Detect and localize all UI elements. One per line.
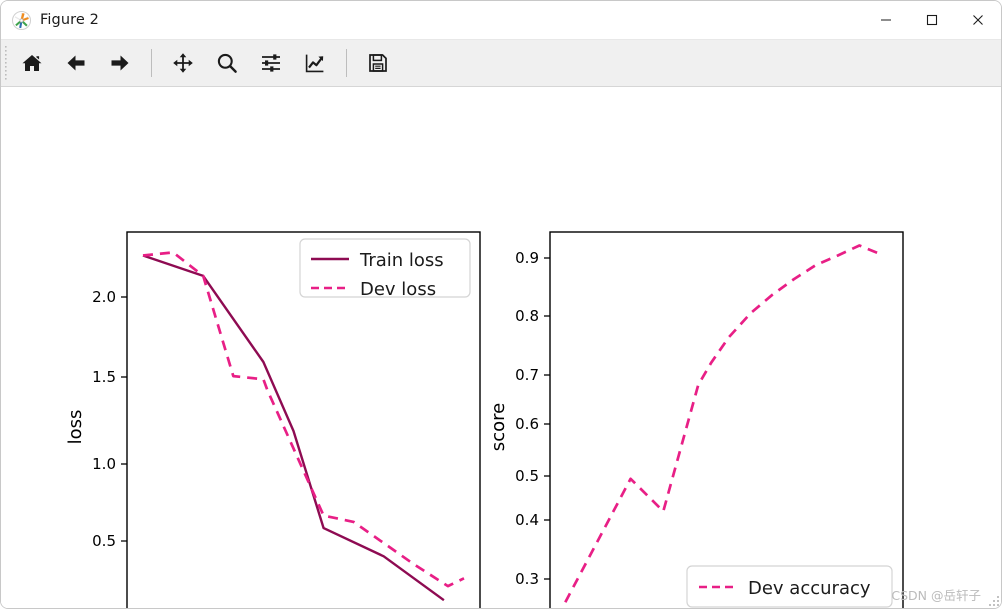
forward-button[interactable] (101, 44, 139, 82)
window-controls (863, 1, 1001, 39)
svg-text:0.5: 0.5 (515, 467, 539, 485)
svg-text:1.5: 1.5 (92, 368, 116, 386)
toolbar-separator-2 (346, 49, 347, 77)
arrow-right-icon (111, 55, 129, 71)
matplotlib-logo-icon (12, 10, 31, 30)
watermark-text: CSDN @岳轩子 (891, 588, 981, 603)
minimize-button[interactable] (863, 1, 909, 39)
home-button[interactable] (13, 44, 51, 82)
maximize-button[interactable] (909, 1, 955, 39)
figure-window: Figure 2 0.5 1.0 1.5 2.0 loss Train loss… (0, 0, 1002, 609)
navigation-toolbar (1, 40, 1001, 87)
loss-plot-legend[interactable]: Train loss Dev loss (299, 238, 471, 300)
svg-text:0.9: 0.9 (515, 249, 539, 267)
minimize-icon (881, 19, 891, 21)
figure-canvas[interactable]: 0.0 0.5 1.0 1.5 2.0 loss (1, 87, 1001, 608)
loss-plot-ylabel: loss (65, 410, 86, 445)
svg-text:0.7: 0.7 (515, 366, 539, 384)
home-icon (22, 55, 42, 71)
zoom-button[interactable] (208, 44, 246, 82)
svg-text:0.3: 0.3 (515, 570, 539, 588)
legend-label-dev-accuracy: Dev accuracy (748, 578, 871, 599)
arrow-left-icon (67, 55, 85, 71)
pan-button[interactable] (164, 44, 202, 82)
close-button[interactable] (955, 1, 1001, 39)
save-button[interactable] (359, 44, 397, 82)
matplotlib-figure: 0.0 0.5 1.0 1.5 2.0 loss (1, 87, 1001, 608)
magnifier-icon (217, 53, 237, 73)
chart-line-icon (305, 54, 324, 73)
edit-curves-button[interactable] (296, 44, 334, 82)
accuracy-plot-ylabel: score (488, 403, 509, 451)
svg-text:0.6: 0.6 (515, 415, 539, 433)
window-title: Figure 2 (40, 12, 99, 28)
title-bar: Figure 2 (1, 1, 1001, 40)
legend-label-dev-loss: Dev loss (360, 279, 436, 300)
svg-text:1.0: 1.0 (92, 455, 116, 473)
accuracy-plot-legend[interactable]: Dev accuracy (686, 565, 893, 608)
toolbar-separator-1 (151, 49, 152, 77)
move-arrows-icon (173, 53, 193, 73)
sliders-icon (262, 54, 280, 72)
svg-text:2.0: 2.0 (92, 288, 116, 306)
svg-text:0.5: 0.5 (92, 532, 116, 550)
legend-label-train-loss: Train loss (359, 250, 444, 271)
close-icon (973, 15, 983, 25)
figure-background (1, 87, 1001, 608)
maximize-icon (926, 14, 938, 26)
back-button[interactable] (57, 44, 95, 82)
resize-grip-icon[interactable] (988, 595, 1000, 607)
svg-text:0.4: 0.4 (515, 511, 539, 529)
toolbar-drag-handle[interactable] (1, 40, 10, 86)
floppy-disk-icon (369, 54, 387, 72)
title-bar-left: Figure 2 (1, 10, 99, 30)
svg-text:0.8: 0.8 (515, 307, 539, 325)
configure-subplots-button[interactable] (252, 44, 290, 82)
drag-handle-icon (4, 46, 7, 80)
